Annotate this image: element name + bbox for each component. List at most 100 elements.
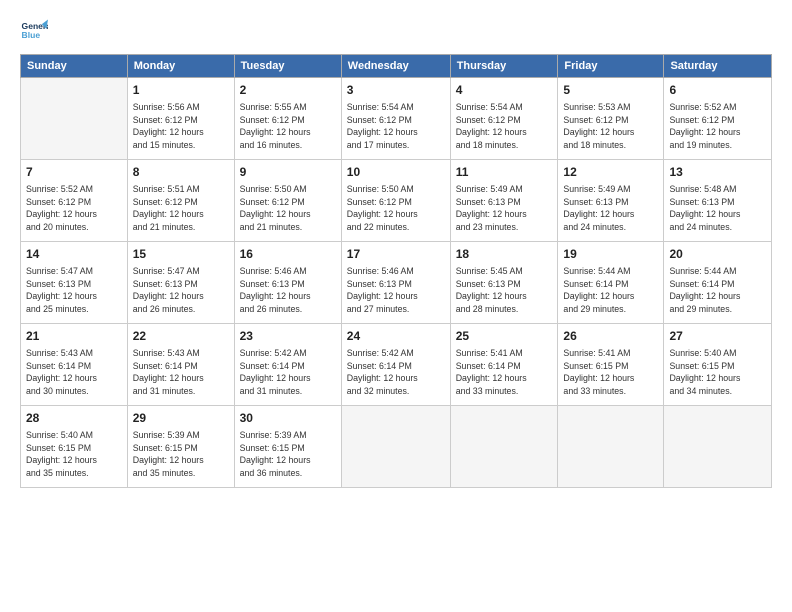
day-number: 7 [26, 164, 122, 181]
col-header-sunday: Sunday [21, 55, 128, 78]
day-number: 26 [563, 328, 658, 345]
day-cell: 9 Sunrise: 5:50 AM Sunset: 6:12 PM Daylig… [234, 160, 341, 242]
day-info: Sunrise: 5:46 AM Sunset: 6:13 PM Dayligh… [240, 265, 336, 316]
day-info: Sunrise: 5:47 AM Sunset: 6:13 PM Dayligh… [133, 265, 229, 316]
day-cell: 7 Sunrise: 5:52 AM Sunset: 6:12 PM Daylig… [21, 160, 128, 242]
col-header-thursday: Thursday [450, 55, 558, 78]
day-info: Sunrise: 5:49 AM Sunset: 6:13 PM Dayligh… [563, 183, 658, 234]
day-number: 30 [240, 410, 336, 427]
logo: General Blue [20, 18, 48, 46]
day-info: Sunrise: 5:50 AM Sunset: 6:12 PM Dayligh… [240, 183, 336, 234]
day-cell: 27 Sunrise: 5:40 AM Sunset: 6:15 PM Dayli… [664, 324, 772, 406]
header-row: SundayMondayTuesdayWednesdayThursdayFrid… [21, 55, 772, 78]
day-info: Sunrise: 5:39 AM Sunset: 6:15 PM Dayligh… [133, 429, 229, 480]
day-cell: 28 Sunrise: 5:40 AM Sunset: 6:15 PM Dayli… [21, 406, 128, 488]
day-number: 13 [669, 164, 766, 181]
day-info: Sunrise: 5:50 AM Sunset: 6:12 PM Dayligh… [347, 183, 445, 234]
day-info: Sunrise: 5:53 AM Sunset: 6:12 PM Dayligh… [563, 101, 658, 152]
day-info: Sunrise: 5:54 AM Sunset: 6:12 PM Dayligh… [347, 101, 445, 152]
day-info: Sunrise: 5:45 AM Sunset: 6:13 PM Dayligh… [456, 265, 553, 316]
day-info: Sunrise: 5:42 AM Sunset: 6:14 PM Dayligh… [347, 347, 445, 398]
day-info: Sunrise: 5:44 AM Sunset: 6:14 PM Dayligh… [563, 265, 658, 316]
day-cell: 16 Sunrise: 5:46 AM Sunset: 6:13 PM Dayli… [234, 242, 341, 324]
day-cell: 12 Sunrise: 5:49 AM Sunset: 6:13 PM Dayli… [558, 160, 664, 242]
day-cell: 22 Sunrise: 5:43 AM Sunset: 6:14 PM Dayli… [127, 324, 234, 406]
day-number: 9 [240, 164, 336, 181]
day-number: 19 [563, 246, 658, 263]
day-cell [21, 78, 128, 160]
day-info: Sunrise: 5:52 AM Sunset: 6:12 PM Dayligh… [669, 101, 766, 152]
week-row-4: 21 Sunrise: 5:43 AM Sunset: 6:14 PM Dayli… [21, 324, 772, 406]
day-number: 4 [456, 82, 553, 99]
day-info: Sunrise: 5:51 AM Sunset: 6:12 PM Dayligh… [133, 183, 229, 234]
day-info: Sunrise: 5:43 AM Sunset: 6:14 PM Dayligh… [26, 347, 122, 398]
day-info: Sunrise: 5:40 AM Sunset: 6:15 PM Dayligh… [26, 429, 122, 480]
day-info: Sunrise: 5:46 AM Sunset: 6:13 PM Dayligh… [347, 265, 445, 316]
day-cell: 3Sunrise: 5:54 AM Sunset: 6:12 PM Daylig… [341, 78, 450, 160]
day-info: Sunrise: 5:54 AM Sunset: 6:12 PM Dayligh… [456, 101, 553, 152]
day-cell: 17 Sunrise: 5:46 AM Sunset: 6:13 PM Dayli… [341, 242, 450, 324]
day-number: 18 [456, 246, 553, 263]
day-number: 27 [669, 328, 766, 345]
day-cell: 13Sunrise: 5:48 AM Sunset: 6:13 PM Dayli… [664, 160, 772, 242]
day-cell: 24 Sunrise: 5:42 AM Sunset: 6:14 PM Dayli… [341, 324, 450, 406]
day-cell: 2 Sunrise: 5:55 AM Sunset: 6:12 PM Daylig… [234, 78, 341, 160]
day-cell: 26 Sunrise: 5:41 AM Sunset: 6:15 PM Dayli… [558, 324, 664, 406]
col-header-friday: Friday [558, 55, 664, 78]
day-number: 17 [347, 246, 445, 263]
day-number: 16 [240, 246, 336, 263]
logo-icon: General Blue [20, 18, 48, 46]
col-header-monday: Monday [127, 55, 234, 78]
page: General Blue SundayMondayTuesdayWednesda… [0, 0, 792, 612]
week-row-2: 7 Sunrise: 5:52 AM Sunset: 6:12 PM Daylig… [21, 160, 772, 242]
week-row-5: 28 Sunrise: 5:40 AM Sunset: 6:15 PM Dayli… [21, 406, 772, 488]
day-info: Sunrise: 5:43 AM Sunset: 6:14 PM Dayligh… [133, 347, 229, 398]
day-cell: 5 Sunrise: 5:53 AM Sunset: 6:12 PM Daylig… [558, 78, 664, 160]
day-info: Sunrise: 5:55 AM Sunset: 6:12 PM Dayligh… [240, 101, 336, 152]
day-cell: 1 Sunrise: 5:56 AM Sunset: 6:12 PM Daylig… [127, 78, 234, 160]
day-info: Sunrise: 5:41 AM Sunset: 6:14 PM Dayligh… [456, 347, 553, 398]
week-row-1: 1 Sunrise: 5:56 AM Sunset: 6:12 PM Daylig… [21, 78, 772, 160]
day-number: 20 [669, 246, 766, 263]
day-info: Sunrise: 5:39 AM Sunset: 6:15 PM Dayligh… [240, 429, 336, 480]
day-cell: 11Sunrise: 5:49 AM Sunset: 6:13 PM Dayli… [450, 160, 558, 242]
day-number: 24 [347, 328, 445, 345]
day-number: 25 [456, 328, 553, 345]
day-number: 28 [26, 410, 122, 427]
calendar-table: SundayMondayTuesdayWednesdayThursdayFrid… [20, 54, 772, 488]
day-cell [664, 406, 772, 488]
header: General Blue [20, 18, 772, 46]
day-number: 1 [133, 82, 229, 99]
day-number: 21 [26, 328, 122, 345]
day-number: 8 [133, 164, 229, 181]
day-number: 5 [563, 82, 658, 99]
day-number: 10 [347, 164, 445, 181]
col-header-tuesday: Tuesday [234, 55, 341, 78]
day-cell [341, 406, 450, 488]
day-cell: 21 Sunrise: 5:43 AM Sunset: 6:14 PM Dayli… [21, 324, 128, 406]
day-number: 22 [133, 328, 229, 345]
week-row-3: 14 Sunrise: 5:47 AM Sunset: 6:13 PM Dayli… [21, 242, 772, 324]
day-info: Sunrise: 5:41 AM Sunset: 6:15 PM Dayligh… [563, 347, 658, 398]
day-cell: 19 Sunrise: 5:44 AM Sunset: 6:14 PM Dayli… [558, 242, 664, 324]
day-info: Sunrise: 5:56 AM Sunset: 6:12 PM Dayligh… [133, 101, 229, 152]
day-cell: 15Sunrise: 5:47 AM Sunset: 6:13 PM Dayli… [127, 242, 234, 324]
day-number: 14 [26, 246, 122, 263]
day-cell: 20Sunrise: 5:44 AM Sunset: 6:14 PM Dayli… [664, 242, 772, 324]
day-cell: 29Sunrise: 5:39 AM Sunset: 6:15 PM Dayli… [127, 406, 234, 488]
col-header-wednesday: Wednesday [341, 55, 450, 78]
svg-text:Blue: Blue [22, 30, 41, 40]
day-cell: 6 Sunrise: 5:52 AM Sunset: 6:12 PM Daylig… [664, 78, 772, 160]
day-info: Sunrise: 5:40 AM Sunset: 6:15 PM Dayligh… [669, 347, 766, 398]
day-cell: 14Sunrise: 5:47 AM Sunset: 6:13 PM Dayli… [21, 242, 128, 324]
day-cell [450, 406, 558, 488]
day-info: Sunrise: 5:42 AM Sunset: 6:14 PM Dayligh… [240, 347, 336, 398]
day-cell: 8 Sunrise: 5:51 AM Sunset: 6:12 PM Daylig… [127, 160, 234, 242]
col-header-saturday: Saturday [664, 55, 772, 78]
day-info: Sunrise: 5:52 AM Sunset: 6:12 PM Dayligh… [26, 183, 122, 234]
day-cell: 4 Sunrise: 5:54 AM Sunset: 6:12 PM Daylig… [450, 78, 558, 160]
day-number: 12 [563, 164, 658, 181]
day-number: 6 [669, 82, 766, 99]
day-number: 2 [240, 82, 336, 99]
day-number: 23 [240, 328, 336, 345]
